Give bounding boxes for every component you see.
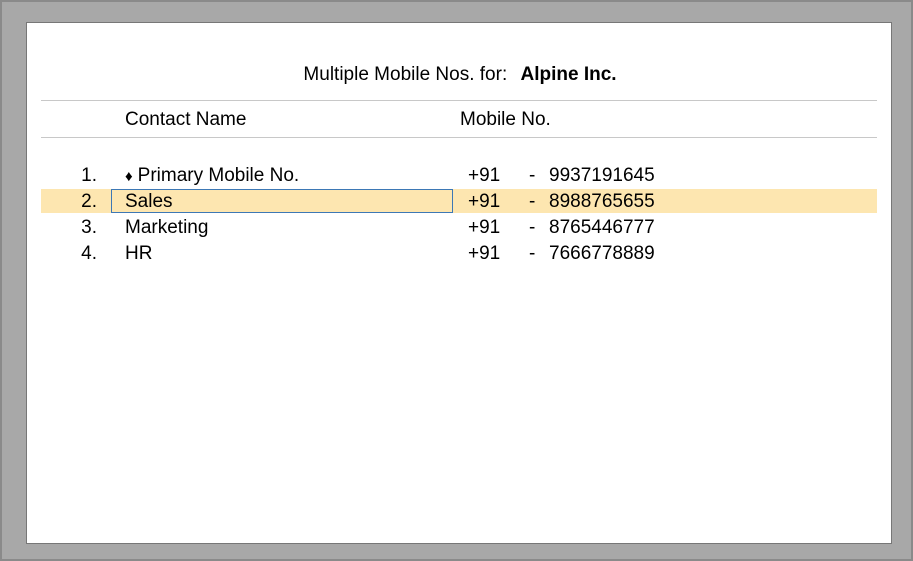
row-number: 2. bbox=[81, 191, 97, 212]
country-code-field[interactable]: +91 bbox=[468, 191, 500, 213]
header-bottom-divider bbox=[41, 137, 877, 138]
number-separator: - bbox=[529, 165, 536, 186]
contact-name-column-header: Contact Name bbox=[125, 109, 247, 130]
header-top-divider bbox=[41, 100, 877, 101]
contact-name-field[interactable]: HR bbox=[125, 243, 152, 265]
number-separator: - bbox=[529, 191, 536, 212]
row-number: 3. bbox=[81, 217, 97, 238]
country-code-field[interactable]: +91 bbox=[468, 243, 500, 265]
contact-row-hr[interactable]: 4. HR +91 - 7666778889 bbox=[41, 241, 877, 265]
page-title: Multiple Mobile Nos. for: Alpine Inc. bbox=[27, 64, 893, 86]
title-prefix: Multiple Mobile Nos. for: bbox=[303, 64, 508, 85]
multiple-mobile-panel: Multiple Mobile Nos. for: Alpine Inc. Co… bbox=[26, 22, 892, 544]
number-separator: - bbox=[529, 243, 536, 264]
contact-name-field[interactable]: Marketing bbox=[125, 217, 208, 239]
row-number: 1. bbox=[81, 165, 97, 186]
country-code-field[interactable]: +91 bbox=[468, 217, 500, 239]
mobile-no-column-header: Mobile No. bbox=[460, 109, 551, 130]
mobile-number-field[interactable]: 8765446777 bbox=[549, 217, 655, 239]
contact-name-text: Primary Mobile No. bbox=[137, 165, 300, 186]
window-frame: Multiple Mobile Nos. for: Alpine Inc. Co… bbox=[0, 0, 913, 561]
row-number: 4. bbox=[81, 243, 97, 264]
contact-row-sales[interactable]: 2. Sales +91 - 8988765655 bbox=[41, 189, 877, 213]
primary-diamond-icon: ♦ bbox=[125, 168, 133, 185]
number-separator: - bbox=[529, 217, 536, 238]
contact-name-field[interactable]: Sales bbox=[125, 191, 173, 213]
mobile-number-field[interactable]: 7666778889 bbox=[549, 243, 655, 265]
mobile-number-field[interactable]: 8988765655 bbox=[549, 191, 655, 213]
contact-name-field[interactable]: ♦ Primary Mobile No. bbox=[125, 165, 299, 187]
country-code-field[interactable]: +91 bbox=[468, 165, 500, 187]
mobile-number-field[interactable]: 9937191645 bbox=[549, 165, 655, 187]
company-name: Alpine Inc. bbox=[520, 64, 617, 85]
contact-row-marketing[interactable]: 3. Marketing +91 - 8765446777 bbox=[41, 215, 877, 239]
contact-row-primary[interactable]: 1. ♦ Primary Mobile No. +91 - 9937191645 bbox=[41, 163, 877, 187]
